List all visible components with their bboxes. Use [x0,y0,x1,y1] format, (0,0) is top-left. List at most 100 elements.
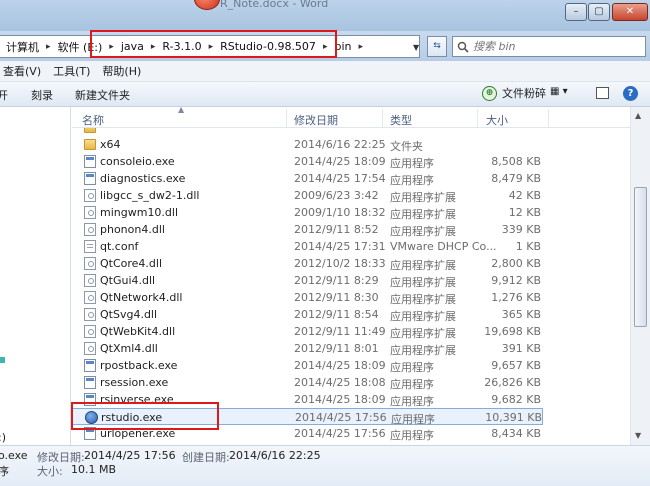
exe-file-icon [84,376,96,389]
file-size: 12 KB [508,206,541,219]
address-dropdown-icon[interactable]: ▼ [413,43,419,52]
file-type: 应用程序扩展 [390,310,456,323]
file-row[interactable]: QtWebKit4.dll 2012/9/11 11:49 应用程序扩展 19,698… [72,323,543,340]
window-title: R_Note.docx - Word [220,0,329,10]
column-type[interactable]: 类型 [390,112,412,128]
file-row[interactable]: libgcc_s_dw2-1.dll 2009/6/23 3:42 应用程序扩展 42… [72,187,543,204]
menu-help[interactable]: 帮助(H) [96,63,147,79]
close-button[interactable]: ✕ [612,3,648,21]
file-type: 应用程序扩展 [390,191,456,204]
file-row[interactable]: consoleio.exe 2014/4/25 18:09 应用程序 8,508 KB [72,153,543,170]
file-date: 2014/4/25 18:09 [294,393,386,406]
file-size: 1,276 KB [491,291,541,304]
file-row[interactable]: QtXml4.dll 2012/9/11 8:01 应用程序扩展 391 KB [72,340,543,357]
menu-view[interactable]: 查看(V) [0,63,47,79]
details-created-label: 创建日期: [182,451,230,464]
dll-file-icon [84,189,96,202]
file-size: 2,800 KB [491,257,541,270]
word-app-icon[interactable] [194,0,220,10]
file-row[interactable]: QtNetwork4.dll 2012/9/11 8:30 应用程序扩展 1,276 … [72,289,543,306]
new-folder-button[interactable]: 新建文件夹 [75,87,130,103]
file-type: 应用程序扩展 [390,327,456,340]
conf-file-icon [84,240,96,253]
scroll-up-icon[interactable]: ▲ [635,111,641,120]
file-rows: sumatra2014/6/16 22:25文件夹x642014/6/16 22… [72,119,630,442]
file-type: 应用程序扩展 [390,276,456,289]
column-divider[interactable] [548,109,549,127]
shred-button[interactable]: ⊕ 文件粉碎 [482,85,546,101]
file-row[interactable]: rsession.exe 2014/4/25 18:08 应用程序 26,826 KB [72,374,543,391]
dll-file-icon [84,223,96,236]
file-size: 10,391 KB [485,411,542,424]
preview-pane-icon[interactable] [596,87,609,99]
file-name: QtWebKit4.dll [100,325,176,338]
column-header: ▲ 名称 修改日期 类型 大小 [72,107,630,128]
vertical-scrollbar[interactable]: ▲ ▼ [630,107,650,445]
file-size: 8,434 KB [491,427,541,440]
nav-item-icon [0,357,5,363]
column-size[interactable]: 大小 [486,112,508,128]
file-size: 8,508 KB [491,155,541,168]
file-type: 应用程序扩展 [390,344,456,357]
column-divider[interactable] [382,109,383,127]
nav-drive-label[interactable]: :) [0,431,6,444]
file-name: QtXml4.dll [100,342,158,355]
file-row[interactable]: qt.conf 2014/4/25 17:31 VMware DHCP Co... 1… [72,238,543,255]
file-date: 2014/4/25 18:08 [294,376,386,389]
file-name: mingwm10.dll [100,206,179,219]
open-button[interactable]: 开 [0,87,8,103]
search-icon [457,41,469,53]
details-created-value: 2014/6/16 22:25 [229,449,321,462]
file-row[interactable]: QtGui4.dll 2012/9/11 8:29 应用程序扩展 9,912 KB [72,272,543,289]
search-box[interactable] [452,36,646,57]
search-input[interactable] [473,40,633,53]
file-date: 2014/4/25 18:09 [294,359,386,372]
file-row[interactable]: QtCore4.dll 2012/10/2 18:33 应用程序扩展 2,800 KB [72,255,543,272]
file-size: 19,698 KB [484,325,541,338]
file-date: 2012/10/2 18:33 [294,257,386,270]
burn-button[interactable]: 刻录 [31,87,53,103]
breadcrumb-separator[interactable]: ▸ [42,42,55,52]
sort-arrow-icon: ▲ [178,107,185,114]
file-list[interactable]: sumatra2014/6/16 22:25文件夹x642014/6/16 22… [72,107,630,445]
breadcrumb-separator[interactable]: ▸ [354,42,367,52]
column-divider[interactable] [477,109,478,127]
file-row[interactable]: diagnostics.exe 2014/4/25 17:54 应用程序 8,479 … [72,170,543,187]
address-highlight-box [90,30,337,58]
file-name: QtSvg4.dll [100,308,158,321]
shred-label: 文件粉碎 [502,87,546,100]
folder-icon [84,139,96,150]
file-size: 9,682 KB [491,393,541,406]
file-row[interactable]: mingwm10.dll 2009/1/10 18:32 应用程序扩展 12 KB [72,204,543,221]
file-type: 应用程序扩展 [390,293,456,306]
file-date: 2012/9/11 11:49 [294,325,386,338]
toolbar: 开 刻录 新建文件夹 ⊕ 文件粉碎 ▦ ▾ ? [0,82,650,107]
column-date[interactable]: 修改日期 [294,112,338,128]
file-row[interactable]: x64 2014/6/16 22:25 文件夹 [72,136,543,153]
file-size: 391 KB [501,342,541,355]
file-row[interactable]: phonon4.dll 2012/9/11 8:52 应用程序扩展 339 KB [72,221,543,238]
minimize-button[interactable]: – [565,3,587,21]
maximize-button[interactable]: ▢ [588,3,610,21]
view-options-button[interactable]: ▦ ▾ [550,86,584,97]
file-size: 9,912 KB [491,274,541,287]
file-row[interactable]: rpostback.exe 2014/4/25 18:09 应用程序 9,657 KB [72,357,543,374]
column-name[interactable]: 名称 [82,112,104,128]
scroll-down-icon[interactable]: ▼ [635,431,641,440]
file-size: 26,826 KB [484,376,541,389]
scroll-thumb[interactable] [634,187,647,327]
exe-file-icon [84,155,96,168]
column-divider[interactable] [286,109,287,127]
help-button[interactable]: ? [623,86,638,101]
file-date: 2014/4/25 17:54 [294,172,386,185]
refresh-icon[interactable]: ⇆ [427,36,447,57]
file-name: libgcc_s_dw2-1.dll [100,189,200,202]
file-date: 2012/9/11 8:54 [294,308,379,321]
file-size: 339 KB [501,223,541,236]
file-row[interactable]: QtSvg4.dll 2012/9/11 8:54 应用程序扩展 365 KB [72,306,543,323]
file-date: 2014/4/25 17:56 [294,427,386,440]
breadcrumb-computer[interactable]: 计算机 [3,39,42,55]
menu-tools[interactable]: 工具(T) [47,63,96,79]
file-name: QtGui4.dll [100,274,156,287]
navigation-pane[interactable]: :) [0,107,71,445]
